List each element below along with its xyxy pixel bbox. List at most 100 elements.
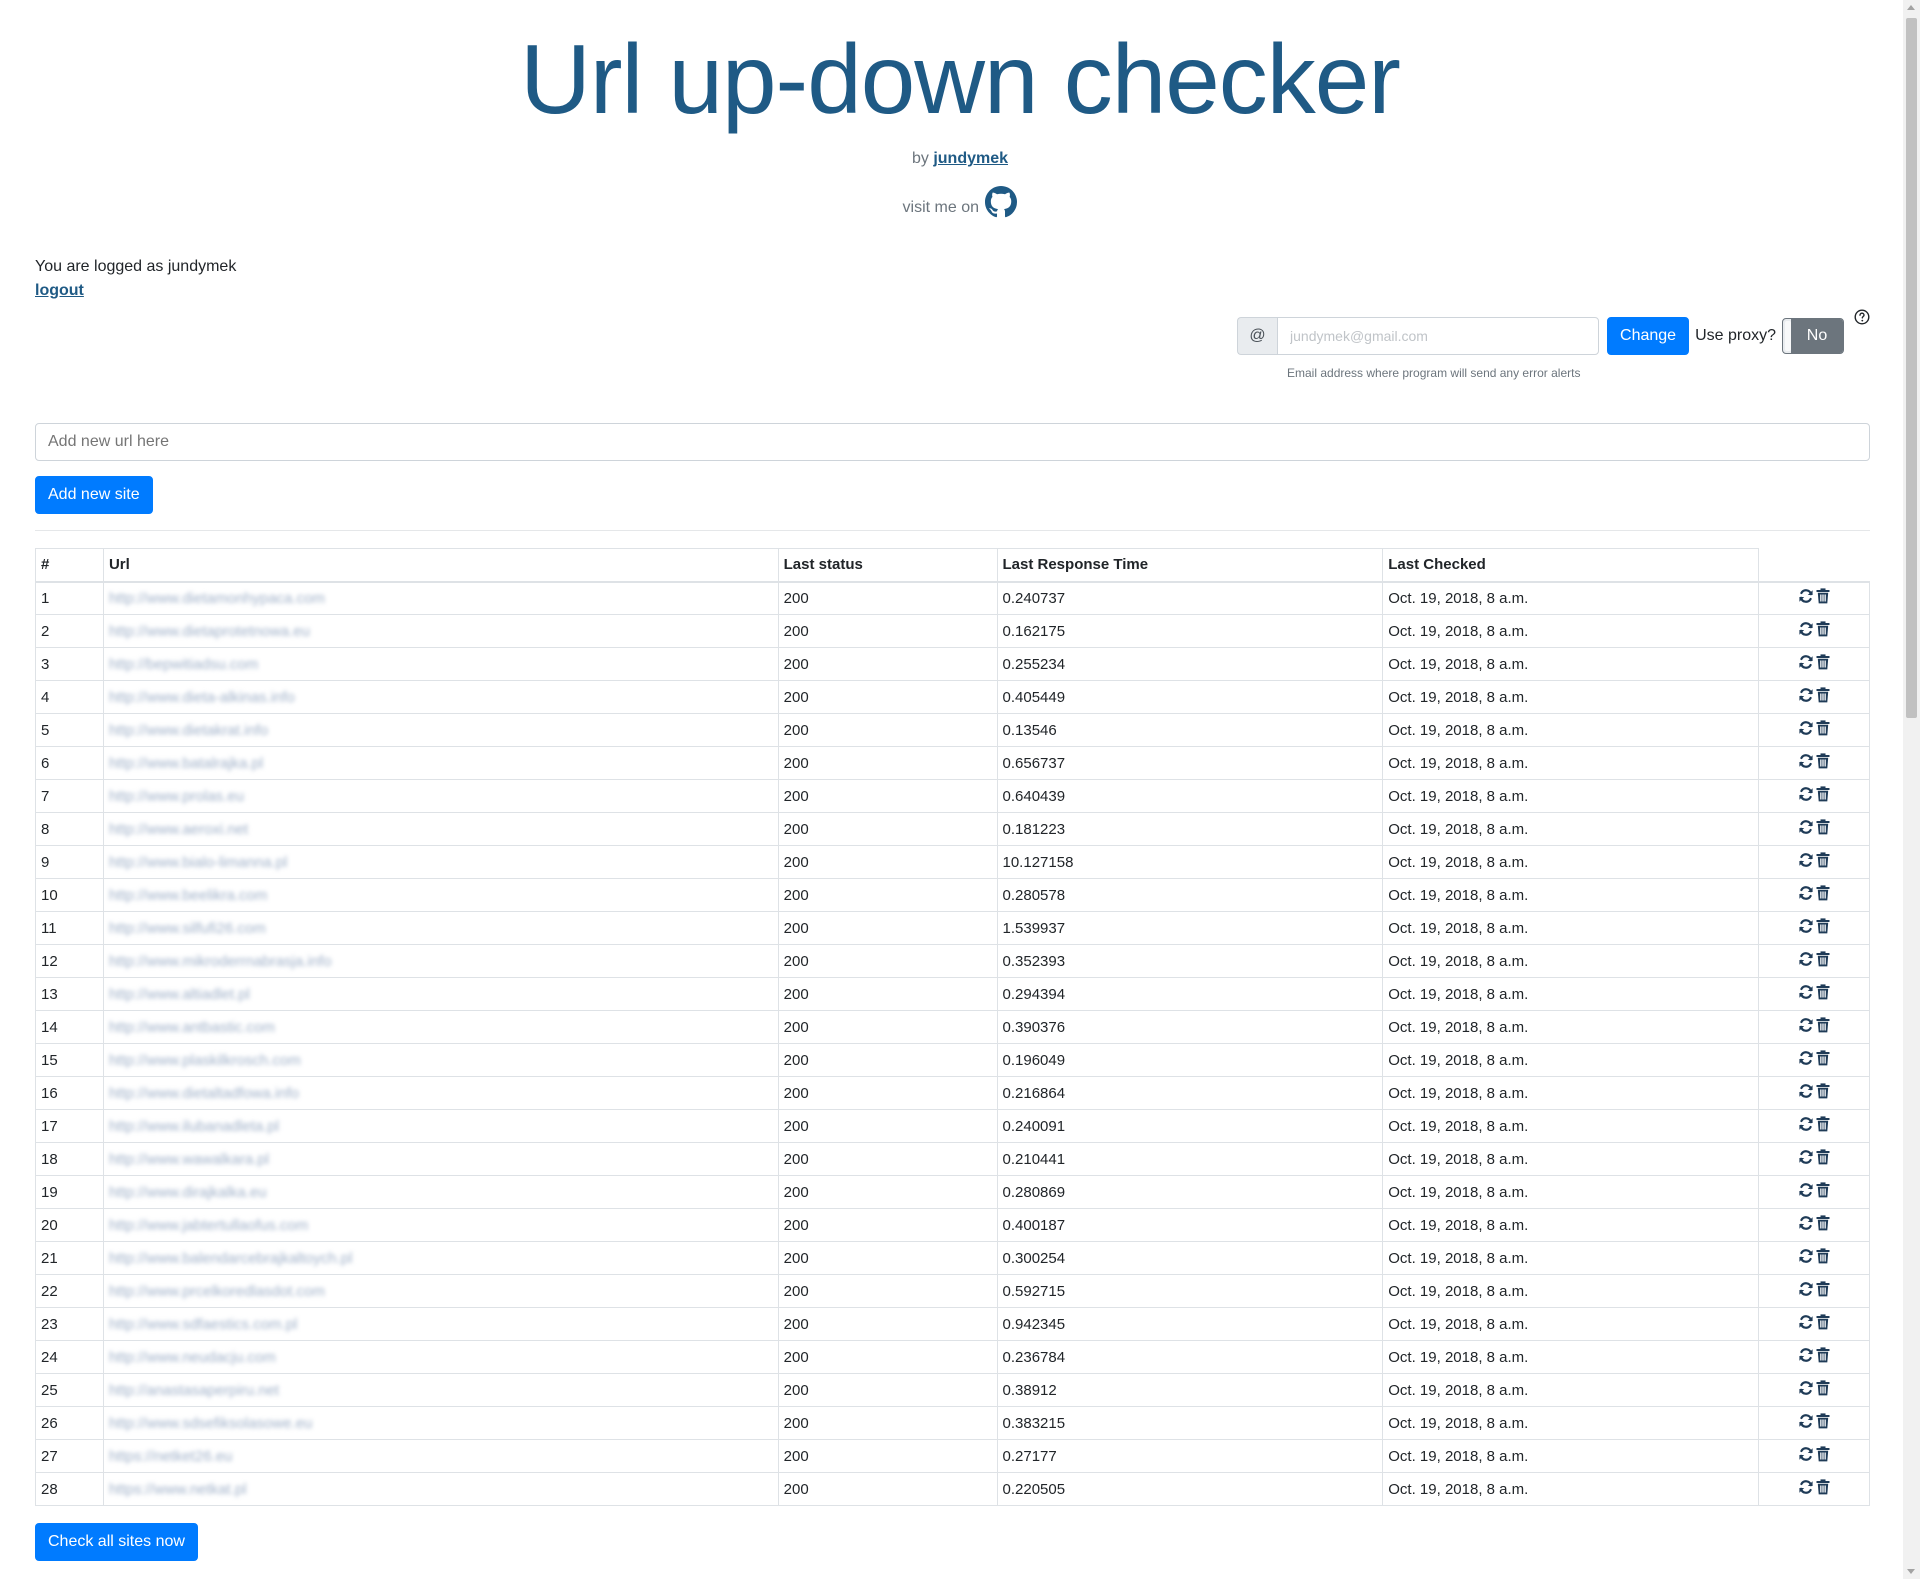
trash-icon[interactable] [1816,1248,1830,1268]
author-link[interactable]: jundymek [933,150,1008,167]
row-url: http://www.dietaltadfowa.info [102,1076,779,1110]
trash-icon[interactable] [1816,753,1830,773]
refresh-icon[interactable] [1798,786,1814,806]
refresh-icon[interactable] [1798,852,1814,872]
url-text: http://www.ilubanadleta.pl [108,1117,280,1135]
row-actions [1758,1076,1870,1110]
row-last-checked: Oct. 19, 2018, 8 a.m. [1382,1241,1760,1275]
refresh-icon[interactable] [1798,720,1814,740]
refresh-icon[interactable] [1798,885,1814,905]
trash-icon[interactable] [1816,1347,1830,1367]
refresh-icon[interactable] [1798,951,1814,971]
email-field[interactable] [1277,317,1600,355]
refresh-icon[interactable] [1798,1347,1814,1367]
trash-icon[interactable] [1816,1083,1830,1103]
refresh-icon[interactable] [1798,984,1814,1004]
url-text: https://www.netkat.pl [108,1480,247,1498]
row-last-checked: Oct. 19, 2018, 8 a.m. [1382,647,1760,681]
trash-icon[interactable] [1816,786,1830,806]
trash-icon[interactable] [1816,1479,1830,1499]
vertical-scrollbar[interactable] [1903,0,1920,1579]
row-url: http://www.sdsefiksolasowe.eu [102,1406,779,1440]
refresh-icon[interactable] [1798,1083,1814,1103]
trash-icon[interactable] [1816,1149,1830,1169]
trash-icon[interactable] [1816,1281,1830,1301]
row-last-checked: Oct. 19, 2018, 8 a.m. [1382,614,1760,648]
url-text: http://bepwitiadsu.com [108,655,259,673]
trash-icon[interactable] [1816,1314,1830,1334]
row-actions [1758,1340,1870,1374]
row-last-checked: Oct. 19, 2018, 8 a.m. [1382,779,1760,813]
refresh-icon[interactable] [1798,687,1814,707]
trash-icon[interactable] [1816,852,1830,872]
new-url-input[interactable] [35,423,1870,461]
trash-icon[interactable] [1816,1116,1830,1136]
trash-icon[interactable] [1816,1446,1830,1466]
proxy-toggle[interactable]: No [1782,318,1844,354]
add-site-button[interactable]: Add new site [35,476,153,514]
refresh-icon[interactable] [1798,1314,1814,1334]
refresh-icon[interactable] [1798,1248,1814,1268]
at-sign-prefix: @ [1237,317,1278,355]
check-all-button[interactable]: Check all sites now [35,1523,198,1561]
row-actions [1758,1175,1870,1209]
row-status: 200 [777,1439,998,1473]
trash-icon[interactable] [1816,819,1830,839]
row-response-time: 0.181223 [996,812,1384,846]
trash-icon[interactable] [1816,687,1830,707]
refresh-icon[interactable] [1798,1413,1814,1433]
refresh-icon[interactable] [1798,753,1814,773]
scroll-up-arrow[interactable] [1907,5,1915,10]
row-number: 25 [35,1373,104,1407]
row-url: http://www.plaskilkrosch.com [102,1043,779,1077]
logout-link[interactable]: logout [35,282,84,299]
refresh-icon[interactable] [1798,819,1814,839]
trash-icon[interactable] [1816,1215,1830,1235]
refresh-icon[interactable] [1798,588,1814,608]
row-url: http://www.dirajkalka.eu [102,1175,779,1209]
row-actions [1758,911,1870,945]
refresh-icon[interactable] [1798,654,1814,674]
scrollbar-thumb[interactable] [1906,18,1917,718]
trash-icon[interactable] [1816,984,1830,1004]
trash-icon[interactable] [1816,654,1830,674]
url-text: http://www.antbastic.com [108,1018,275,1036]
refresh-icon[interactable] [1798,1446,1814,1466]
refresh-icon[interactable] [1798,1182,1814,1202]
trash-icon[interactable] [1816,1413,1830,1433]
refresh-icon[interactable] [1798,918,1814,938]
trash-icon[interactable] [1816,1050,1830,1070]
refresh-icon[interactable] [1798,1116,1814,1136]
question-circle-icon[interactable] [1854,309,1870,330]
trash-icon[interactable] [1816,720,1830,740]
row-response-time: 0.220505 [996,1472,1384,1506]
row-response-time: 0.27177 [996,1439,1384,1473]
trash-icon[interactable] [1816,951,1830,971]
change-email-button[interactable]: Change [1607,317,1690,355]
refresh-icon[interactable] [1798,1017,1814,1037]
trash-icon[interactable] [1816,885,1830,905]
refresh-icon[interactable] [1798,1215,1814,1235]
row-url: http://www.dieta-alkinas.info [102,680,779,714]
row-actions [1758,1406,1870,1440]
github-link[interactable] [983,186,1018,218]
table-row: 11 http://www.silfufi26.com 200 1.539937 Oct… [35,911,1870,945]
refresh-icon[interactable] [1798,1050,1814,1070]
trash-icon[interactable] [1816,1380,1830,1400]
row-actions [1758,581,1870,615]
scroll-down-arrow[interactable] [1907,1569,1915,1574]
trash-icon[interactable] [1816,621,1830,641]
trash-icon[interactable] [1816,1182,1830,1202]
row-url: http://www.dietaprotetnowa.eu [102,614,779,648]
refresh-icon[interactable] [1798,1479,1814,1499]
table-row: 26 http://www.sdsefiksolasowe.eu 200 0.3832… [35,1406,1870,1440]
refresh-icon[interactable] [1798,1380,1814,1400]
trash-icon[interactable] [1816,588,1830,608]
trash-icon[interactable] [1816,1017,1830,1037]
table-row: 9 http://www.bialo-limanna.pl 200 10.127158… [35,845,1870,879]
row-last-checked: Oct. 19, 2018, 8 a.m. [1382,581,1760,615]
refresh-icon[interactable] [1798,621,1814,641]
trash-icon[interactable] [1816,918,1830,938]
refresh-icon[interactable] [1798,1149,1814,1169]
refresh-icon[interactable] [1798,1281,1814,1301]
